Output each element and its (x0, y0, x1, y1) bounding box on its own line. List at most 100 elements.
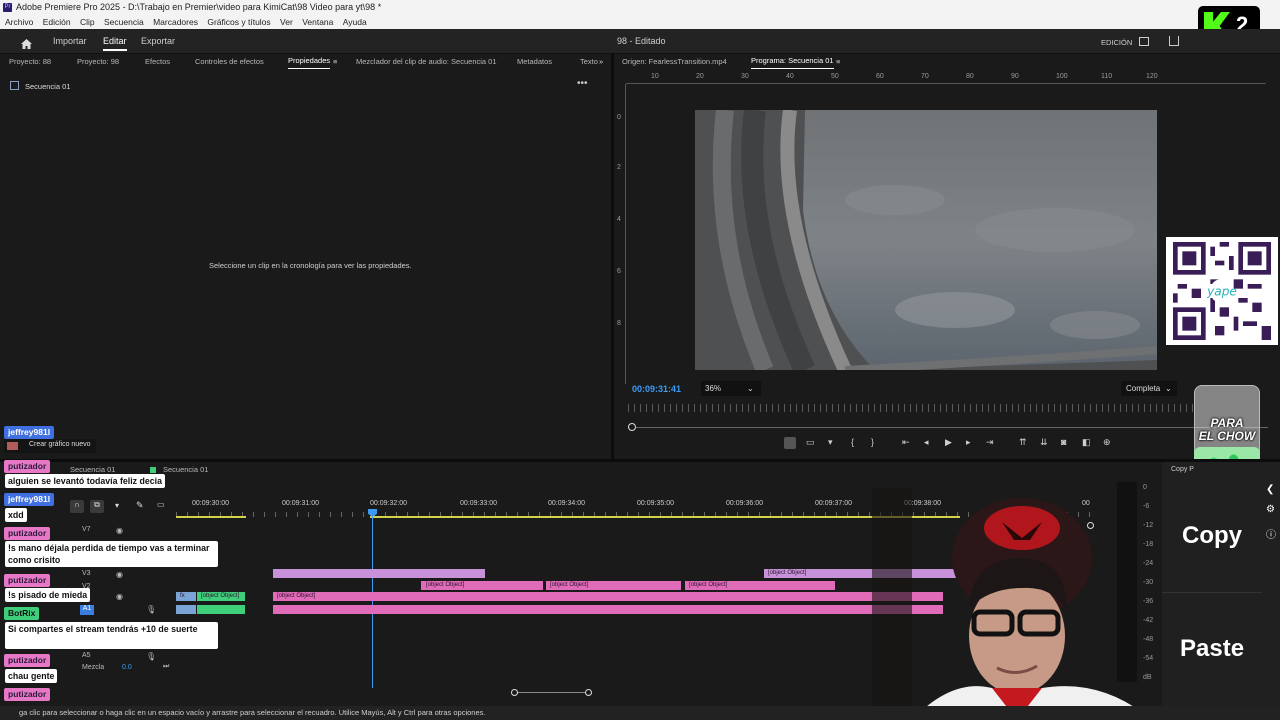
left-ruler-label: 6 (617, 268, 621, 275)
playhead-line (372, 516, 373, 688)
chat-overlay: jeffrey981l putizador alguien se levantó… (0, 425, 230, 720)
transport-controls: ▭ ▾ { } ⇤ ◂ ▶ ▸ ⇥ ⇈ ⇊ ◙ ◧ ⊕ (784, 437, 1124, 451)
info-icon[interactable]: ⓘ (1266, 526, 1276, 541)
marker-toggle-icon[interactable] (784, 437, 796, 449)
menu-secuencia[interactable]: Secuencia (104, 17, 144, 27)
home-icon[interactable] (21, 36, 32, 49)
export-frame-icon[interactable]: ◙ (1061, 437, 1066, 447)
step-forward-icon[interactable]: ▸ (966, 437, 971, 448)
menu-clip[interactable]: Clip (80, 17, 95, 27)
mark-in-icon[interactable]: { (851, 437, 854, 447)
tab-metadatos[interactable]: Metadatos (517, 54, 552, 70)
clip-v3-top[interactable] (273, 569, 485, 578)
panel-toggle-icon[interactable] (1139, 37, 1149, 46)
tab-menu-icon[interactable]: ≡ (333, 54, 337, 70)
tab-texto[interactable]: Texto (580, 54, 598, 70)
comparison-view-icon[interactable]: ◧ (1082, 437, 1091, 448)
menu-marcadores[interactable]: Marcadores (153, 17, 198, 27)
program-video-frame[interactable] (695, 110, 1157, 370)
tab-mezclador[interactable]: Mezclador del clip de audio: Secuencia 0… (356, 54, 497, 70)
chat-username: jeffrey981l (4, 426, 55, 439)
ruler-label: 100 (1056, 73, 1068, 80)
tab-editar[interactable]: Editar (103, 36, 127, 51)
qr-code-icon: yape (1173, 242, 1271, 340)
more-options-icon[interactable]: ••• (577, 78, 588, 89)
monitor-playhead-handle[interactable] (628, 423, 636, 431)
tab-propiedades[interactable]: Propiedades (288, 54, 331, 69)
scroll-handle-left[interactable] (511, 689, 518, 696)
quality-select[interactable]: Completa ⌄ (1121, 381, 1177, 396)
clip-capa-de[interactable]: [object Object] (764, 569, 820, 578)
chat-username: putizador (4, 527, 51, 540)
tab-proyecto-98[interactable]: Proyecto: 98 (77, 54, 119, 70)
title-bar: Pr Adobe Premiere Pro 2025 - D:\Trabajo … (0, 0, 1280, 15)
clip-copy-mov[interactable]: [object Object] (273, 592, 943, 601)
chat-username: putizador (4, 460, 51, 473)
time-label: 00:09:34:00 (548, 500, 585, 507)
clip-muchas-gracias[interactable]: [object Object] (546, 581, 681, 590)
clip-label: [object Object] (277, 593, 316, 599)
menu-edicion[interactable]: Edición (43, 17, 71, 27)
menu-bar: Archivo Edición Clip Secuencia Marcadore… (0, 15, 1280, 29)
ruler-label: 60 (876, 73, 884, 80)
chat-message: !s mano déjala perdida de tiempo vas a t… (5, 541, 218, 567)
menu-archivo[interactable]: Archivo (5, 17, 33, 27)
tab-program-monitor[interactable]: Programa: Secuencia 01 (751, 54, 834, 69)
clip-label: [object Object] (689, 582, 728, 588)
scroll-handle-right[interactable] (585, 689, 592, 696)
overflow-chevron-icon[interactable]: » (599, 54, 603, 70)
step-back-icon[interactable]: ◂ (924, 437, 929, 448)
workspace-label[interactable]: EDICIÓN (1101, 38, 1132, 47)
chat-username: putizador (4, 574, 51, 587)
play-icon[interactable]: ▶ (945, 437, 952, 448)
tab-source-monitor[interactable]: Origen: FearlessTransition.mp4 (622, 54, 727, 70)
monitor-tab-menu-icon[interactable]: ≡ (836, 54, 840, 70)
chevron-left-icon[interactable]: ❮ (1266, 484, 1274, 495)
qr-brand-label: yape (1206, 285, 1237, 299)
monitor-top-ruler: 10 20 30 40 50 60 70 80 90 100 110 120 (626, 72, 1276, 84)
tab-efectos[interactable]: Efectos (145, 54, 170, 70)
program-timecode[interactable]: 00:09:31:41 (632, 384, 681, 394)
button-editor-icon[interactable]: ⊕ (1103, 437, 1111, 448)
safe-margins-icon[interactable]: ▭ (806, 437, 815, 448)
clip-hora-de-regresar[interactable]: [object Object] (421, 581, 543, 590)
left-ruler-label: 0 (617, 114, 621, 121)
clip-nos-vemos[interactable]: [object Object] (685, 581, 835, 590)
gear-icon[interactable]: ⚙ (1266, 504, 1275, 515)
menu-graficos[interactable]: Gráficos y títulos (207, 17, 270, 27)
tab-proyecto-88[interactable]: Proyecto: 88 (9, 54, 51, 70)
go-to-out-icon[interactable]: ⇥ (986, 437, 994, 448)
paste-label: Paste (1180, 635, 1245, 662)
ruler-label: 90 (1011, 73, 1019, 80)
tab-controles-efectos[interactable]: Controles de efectos (195, 54, 264, 70)
go-to-in-icon[interactable]: ⇤ (902, 437, 910, 448)
project-title: 98 - Editado (617, 36, 666, 46)
timeline-scrollbar[interactable] (513, 692, 591, 693)
properties-panel: Proyecto: 88 Proyecto: 98 Efectos Contro… (0, 54, 611, 459)
tab-exportar[interactable]: Exportar (141, 36, 175, 46)
chevron-down-icon: ⌄ (1165, 384, 1172, 393)
top-nav: Importar Editar Exportar 98 - Editado ED… (0, 29, 1280, 54)
lift-icon[interactable]: ⇈ (1019, 437, 1027, 448)
macro-panel: Copy P Copy Paste ❮ ⚙ ⓘ (1162, 462, 1280, 706)
add-marker-icon[interactable]: ▾ (828, 437, 833, 448)
airplane-window-image (695, 110, 1157, 370)
menu-ventana[interactable]: Ventana (302, 17, 333, 27)
menu-ver[interactable]: Ver (280, 17, 293, 27)
zoom-select[interactable]: 36% ⌄ (701, 381, 761, 396)
menu-ayuda[interactable]: Ayuda (343, 17, 367, 27)
chat-username: jeffrey981l (4, 493, 55, 506)
window-title: Adobe Premiere Pro 2025 - D:\Trabajo en … (16, 2, 382, 12)
monitor-time-ruler[interactable] (628, 404, 1198, 412)
tab-importar[interactable]: Importar (53, 36, 87, 46)
time-label: 00:09:36:00 (726, 500, 763, 507)
copy-button[interactable]: Copy (1162, 484, 1262, 586)
monitor-scrub-bar[interactable] (628, 427, 1268, 428)
time-label: 00:09:31:00 (282, 500, 319, 507)
mark-out-icon[interactable]: } (871, 437, 874, 447)
share-icon[interactable] (1169, 36, 1179, 46)
clip-audio-pink[interactable] (273, 605, 943, 614)
left-ruler-label: 8 (617, 320, 621, 327)
paste-button[interactable]: Paste (1162, 592, 1262, 694)
extract-icon[interactable]: ⇊ (1040, 437, 1048, 448)
